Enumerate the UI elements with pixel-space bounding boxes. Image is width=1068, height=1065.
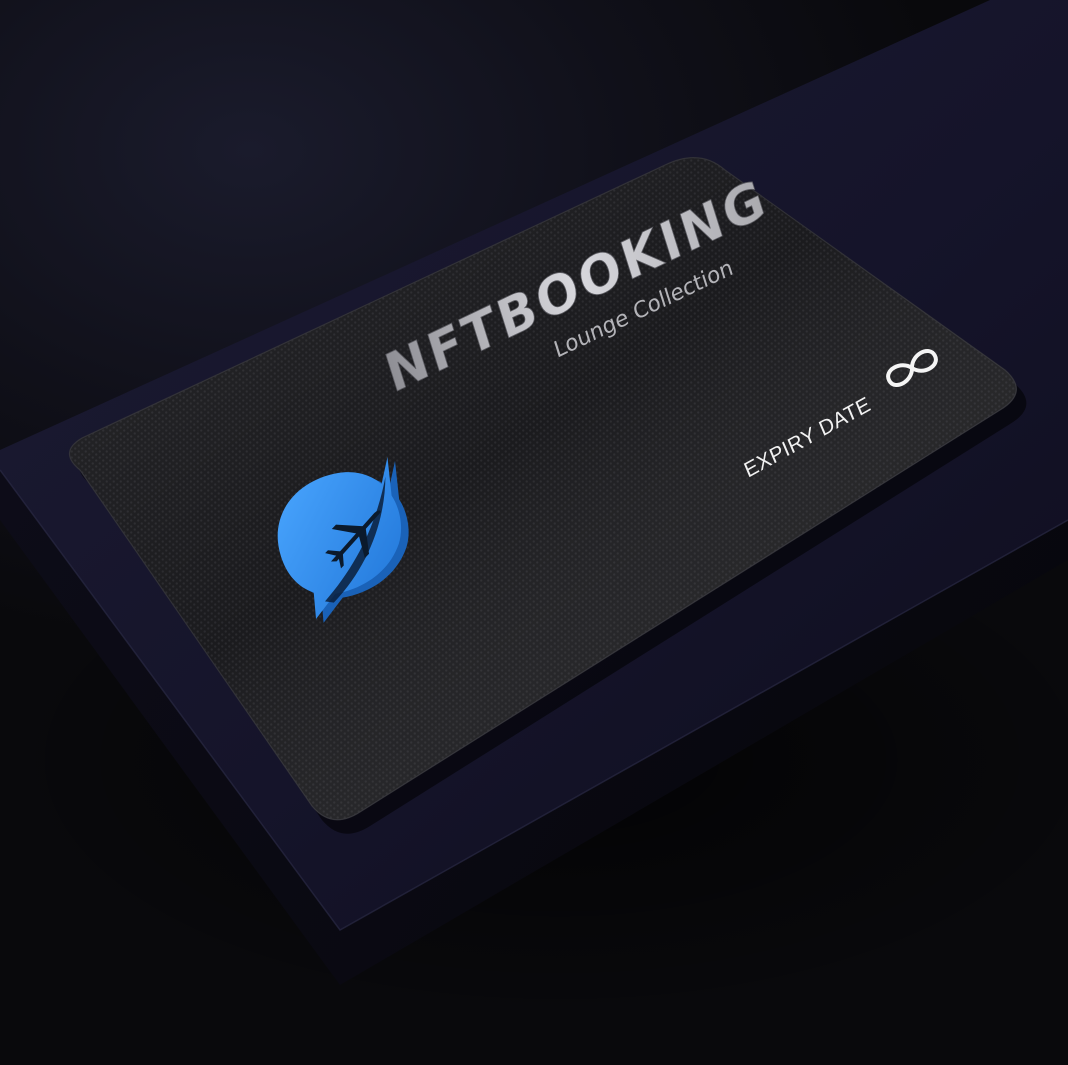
- scene-svg: NFTBOOKING Lounge Collection EXPIRY DATE: [0, 0, 1068, 1020]
- product-scene: NFTBOOKING Lounge Collection EXPIRY DATE: [0, 0, 1068, 1065]
